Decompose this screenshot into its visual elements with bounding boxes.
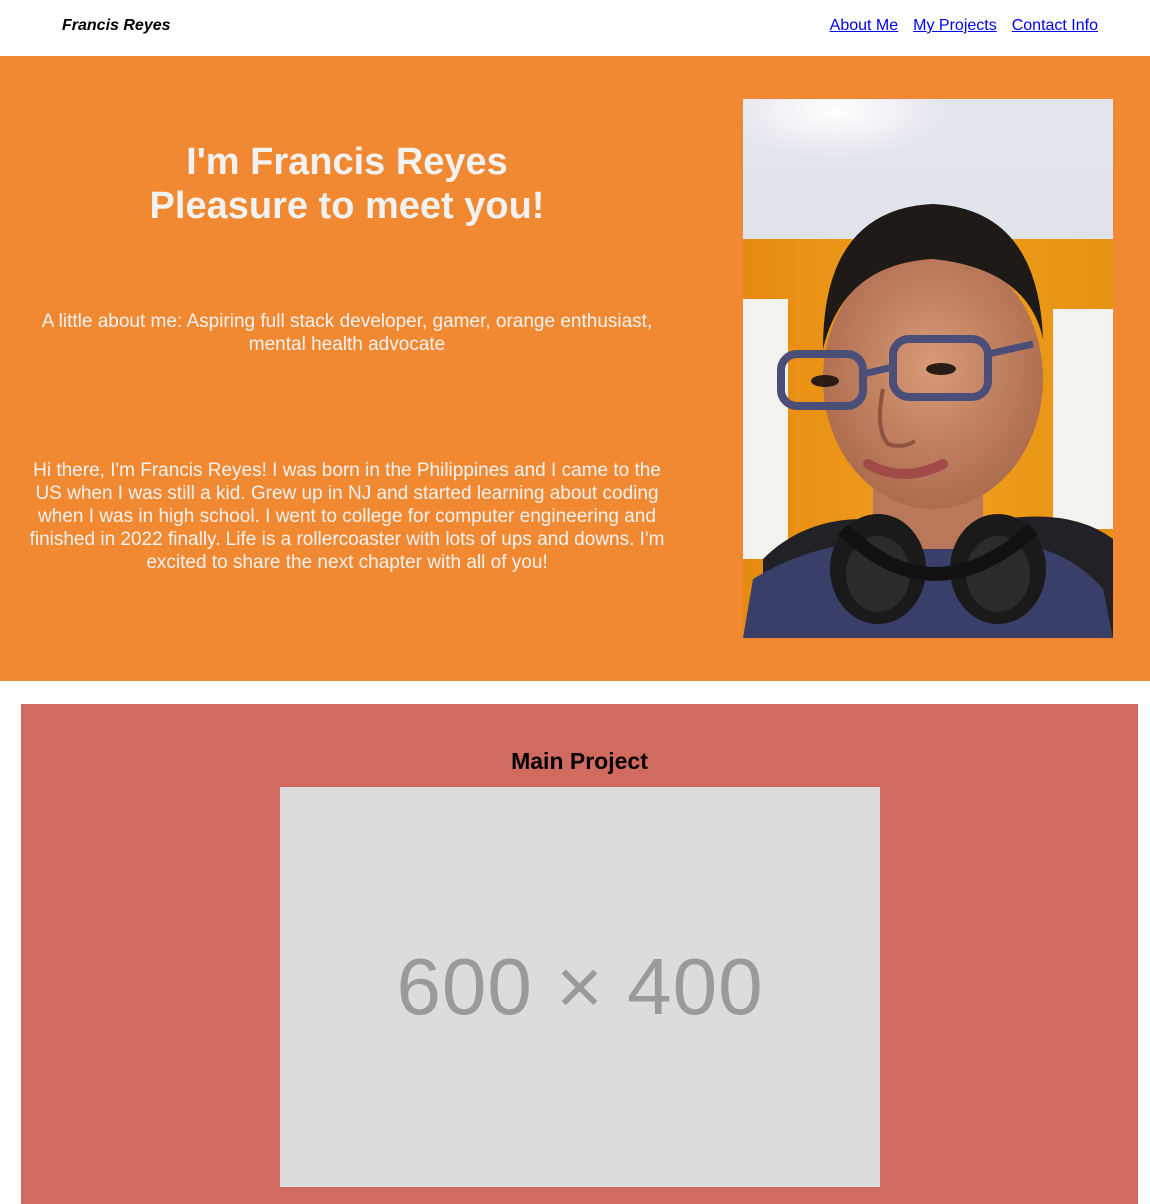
nav-links: About Me My Projects Contact Info: [830, 17, 1098, 35]
hero-text: I'm Francis Reyes Pleasure to meet you! …: [20, 56, 674, 681]
hero-section: I'm Francis Reyes Pleasure to meet you! …: [0, 56, 1150, 681]
main-project-title: Main Project: [511, 748, 648, 774]
profile-photo: [743, 99, 1113, 638]
project-placeholder-image[interactable]: 600 × 400: [280, 787, 880, 1187]
brand-name[interactable]: Francis Reyes: [62, 17, 171, 35]
hero-title-line2: Pleasure to meet you!: [149, 185, 545, 227]
hero-tagline: A little about me: Aspiring full stack d…: [41, 311, 653, 355]
hero-title: I'm Francis Reyes Pleasure to meet you!: [20, 140, 674, 228]
nav-link-my-projects[interactable]: My Projects: [913, 17, 997, 35]
main-project-section: Main Project 600 × 400: [21, 704, 1138, 1204]
nav-link-about-me[interactable]: About Me: [830, 17, 898, 35]
navbar: Francis Reyes About Me My Projects Conta…: [0, 0, 1150, 56]
placeholder-size-label: 600 × 400: [396, 942, 764, 1031]
nav-link-contact-info[interactable]: Contact Info: [1012, 17, 1098, 35]
hero-title-line1: I'm Francis Reyes: [186, 141, 508, 183]
hero-bio: Hi there, I'm Francis Reyes! I was born …: [29, 460, 665, 573]
